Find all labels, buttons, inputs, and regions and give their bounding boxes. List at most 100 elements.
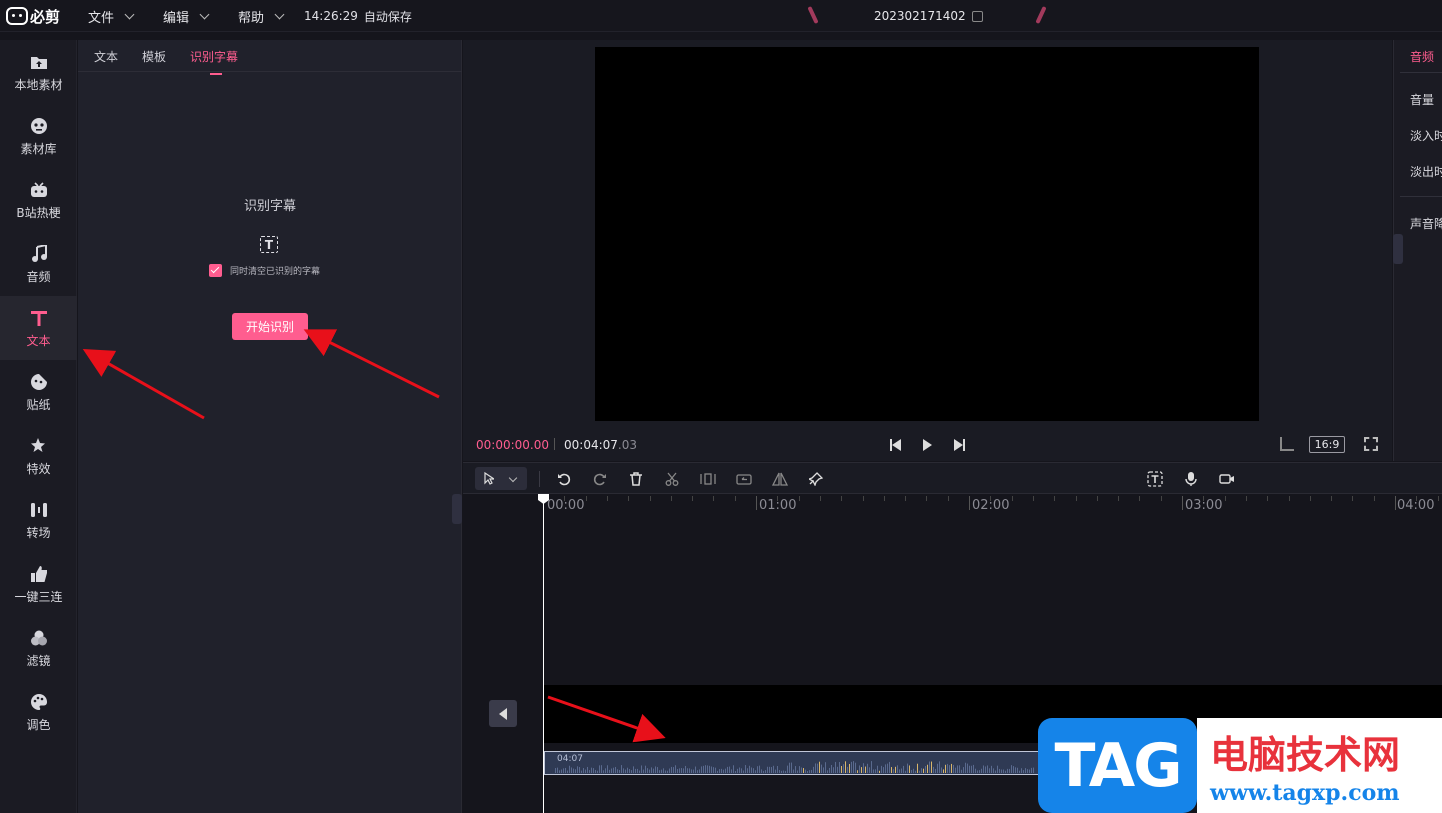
waveform-bar (895, 766, 896, 773)
ruler-minor-tick (734, 496, 736, 501)
menu-edit[interactable]: 编辑 (163, 0, 210, 32)
voiceover-button[interactable] (1183, 471, 1199, 487)
waveform-bar (847, 766, 848, 773)
waveform-bar (705, 765, 706, 773)
waveform-bar (637, 768, 638, 773)
sidebar-item-audio[interactable]: 音频 (0, 232, 77, 296)
waveform-bar (681, 768, 682, 773)
waveform-bar (813, 766, 814, 773)
left-panel-collapse-handle[interactable] (452, 494, 462, 524)
waveform-bar (815, 763, 816, 773)
clear-subtitles-checkbox[interactable] (209, 264, 222, 277)
waveform-bar (617, 769, 618, 773)
waveform-bar (831, 764, 832, 773)
ruler-major-tick (756, 496, 757, 510)
waveform-bar (631, 770, 632, 773)
redo-button[interactable] (592, 471, 608, 487)
sidebar-item-filters[interactable]: 滤镜 (0, 616, 77, 680)
microphone-icon (1185, 472, 1197, 486)
right-panel-collapse-handle[interactable] (1393, 234, 1403, 264)
sidebar-item-bilibili-memes[interactable]: B站热梗 (0, 168, 77, 232)
waveform-bar (567, 770, 568, 773)
previous-frame-button[interactable] (887, 438, 903, 452)
ruler-minor-tick (1267, 496, 1269, 501)
sidebar-item-triple-like[interactable]: 一键三连 (0, 552, 77, 616)
waveform-bar (851, 761, 852, 773)
project-title[interactable]: 202302171402 (874, 0, 983, 32)
sidebar-label: B站热梗 (16, 205, 61, 220)
camera-record-button[interactable] (1219, 471, 1235, 487)
sidebar-item-local-media[interactable]: 本地素材 (0, 40, 77, 104)
sidebar-label: 音频 (26, 269, 51, 284)
ruler-minor-tick (585, 496, 587, 501)
waveform-bar (569, 765, 570, 773)
clear-subtitles-option[interactable]: 同时清空已识别的字幕 (209, 264, 320, 277)
sidebar-item-text[interactable]: 文本 (0, 296, 77, 360)
select-tool-dropdown[interactable] (475, 467, 527, 490)
sidebar-item-library[interactable]: 素材库 (0, 104, 77, 168)
crop-icon[interactable] (1280, 437, 1294, 451)
waveform-bar (911, 769, 912, 773)
waveform-bar (623, 768, 624, 773)
undo-button[interactable] (556, 471, 572, 487)
waveform-bar (1011, 765, 1012, 773)
ruler-minor-tick (1203, 496, 1205, 501)
waveform-bar (735, 770, 736, 773)
left-sidebar: 本地素材 素材库 B站热梗 音频 文本 贴纸 特效 转场 一键三连 滤镜 调色 (0, 40, 77, 813)
waveform-bar (717, 770, 718, 773)
next-frame-button[interactable] (951, 438, 967, 452)
play-button[interactable] (919, 438, 935, 452)
ruler-minor-tick (905, 496, 907, 501)
waveform-bar (587, 766, 588, 773)
waveform-bar (769, 766, 770, 773)
title-decoration-right (1035, 5, 1047, 25)
text-recognize-icon: T (260, 236, 278, 253)
waveform-bar (759, 765, 760, 773)
aspect-ratio-button[interactable]: 16:9 (1309, 436, 1345, 453)
waveform-bar (593, 768, 594, 773)
ruler-minor-tick (841, 496, 843, 501)
waveform-bar (627, 767, 628, 773)
tab-recognize-subtitles[interactable]: 识别字幕 (190, 48, 238, 75)
ruler-minor-tick (990, 496, 992, 501)
waveform-bar (819, 761, 820, 773)
menu-file[interactable]: 文件 (88, 0, 135, 32)
waveform-bar (579, 767, 580, 773)
sidebar-item-transitions[interactable]: 转场 (0, 488, 77, 552)
edit-icon[interactable] (971, 10, 983, 22)
sidebar-item-effects[interactable]: 特效 (0, 424, 77, 488)
waveform-bar (1019, 770, 1020, 773)
waveform-bar (625, 769, 626, 773)
waveform-bar (857, 770, 858, 773)
waveform-bar (773, 765, 774, 773)
split-button[interactable] (664, 471, 680, 487)
delete-button[interactable] (628, 471, 644, 487)
waveform-bar (687, 768, 688, 773)
sidebar-item-color-grading[interactable]: 调色 (0, 680, 77, 744)
tab-audio[interactable]: 音频 (1410, 48, 1434, 65)
waveform-bar (885, 764, 886, 773)
sidebar-item-stickers[interactable]: 贴纸 (0, 360, 77, 424)
waveform-bar (713, 767, 714, 773)
waveform-bar (849, 763, 850, 773)
waveform-bar (711, 766, 712, 773)
waveform-bar (609, 769, 610, 773)
auto-subtitle-button[interactable] (1147, 471, 1163, 487)
timeline-ruler[interactable]: 00:00 01:00 02:00 03:00 04:00 (463, 494, 1442, 518)
waveform-bar (633, 766, 634, 773)
tab-templates[interactable]: 模板 (142, 48, 166, 65)
video-canvas[interactable] (595, 47, 1259, 421)
reverse-button[interactable] (736, 471, 752, 487)
tab-text[interactable]: 文本 (94, 48, 118, 65)
waveform-bar (863, 763, 864, 773)
fullscreen-icon[interactable] (1364, 437, 1378, 451)
start-recognition-button[interactable]: 开始识别 (232, 313, 308, 340)
pin-button[interactable] (808, 471, 824, 487)
track-mute-button[interactable] (489, 700, 517, 727)
menu-help[interactable]: 帮助 (238, 0, 285, 32)
ruler-label: 00:00 (547, 498, 585, 513)
skip-forward-icon (953, 439, 963, 451)
freeze-frame-button[interactable] (700, 471, 716, 487)
mirror-button[interactable] (772, 471, 788, 487)
clear-subtitles-label: 同时清空已识别的字幕 (230, 267, 321, 277)
